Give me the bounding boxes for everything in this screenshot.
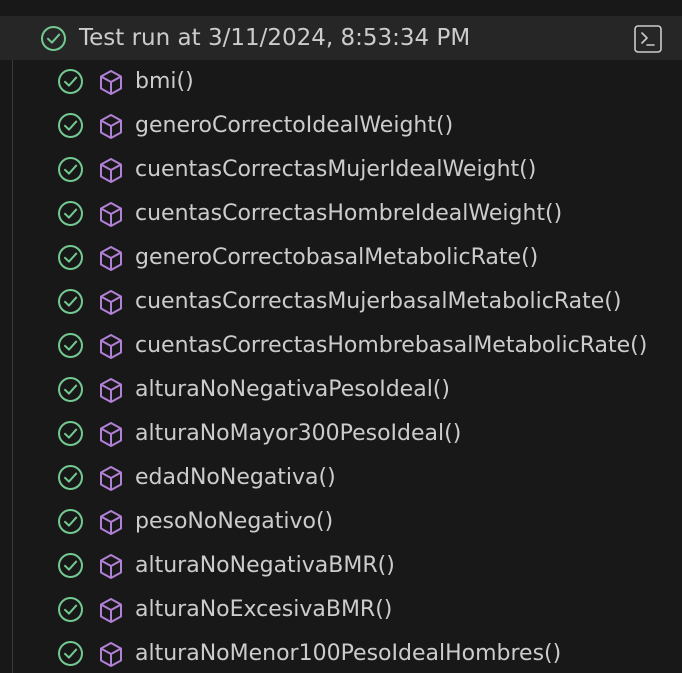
method-cube-icon (100, 334, 122, 359)
panel-top-strip (0, 0, 682, 16)
method-cube-icon (100, 70, 122, 95)
test-name: alturaNoMayor300PesoIdeal() (135, 421, 462, 446)
method-cube-icon (100, 158, 122, 183)
check-circle-icon (58, 641, 83, 666)
method-cube-icon (100, 422, 122, 447)
test-name: alturaNoExcesivaBMR() (135, 597, 393, 622)
check-circle-icon (58, 465, 83, 490)
test-row[interactable]: cuentasCorrectasHombrebasalMetabolicRate… (0, 324, 682, 368)
test-row[interactable]: cuentasCorrectasMujerIdealWeight() (0, 148, 682, 192)
check-circle-icon (58, 333, 83, 358)
test-name: cuentasCorrectasMujerbasalMetabolicRate(… (135, 289, 622, 314)
method-cube-icon (100, 466, 122, 491)
test-name: edadNoNegativa() (135, 465, 336, 490)
method-cube-icon (100, 598, 122, 623)
test-name: bmi() (135, 69, 194, 94)
test-results-panel: Test run at 3/11/2024, 8:53:34 PM bmi() g… (0, 0, 682, 673)
test-name: cuentasCorrectasMujerIdealWeight() (135, 157, 537, 182)
check-circle-icon (58, 377, 83, 402)
test-name: alturaNoNegativaBMR() (135, 553, 395, 578)
terminal-icon[interactable] (633, 24, 663, 54)
test-name: generoCorrectobasalMetabolicRate() (135, 245, 539, 270)
test-name: cuentasCorrectasHombrebasalMetabolicRate… (135, 333, 648, 358)
test-name: alturaNoMenor100PesoIdealHombres() (135, 641, 562, 666)
test-row[interactable]: cuentasCorrectasMujerbasalMetabolicRate(… (0, 280, 682, 324)
check-circle-icon (58, 201, 83, 226)
test-row[interactable]: alturaNoExcesivaBMR() (0, 588, 682, 632)
check-circle-icon (58, 509, 83, 534)
method-cube-icon (100, 554, 122, 579)
test-row[interactable]: edadNoNegativa() (0, 456, 682, 500)
test-row[interactable]: alturaNoMayor300PesoIdeal() (0, 412, 682, 456)
method-cube-icon (100, 202, 122, 227)
test-name: generoCorrectoIdealWeight() (135, 113, 454, 138)
test-row[interactable]: bmi() (0, 60, 682, 104)
check-circle-icon (58, 421, 83, 446)
test-run-title: Test run at 3/11/2024, 8:53:34 PM (79, 25, 471, 51)
test-row[interactable]: pesoNoNegativo() (0, 500, 682, 544)
method-cube-icon (100, 114, 122, 139)
test-row[interactable]: alturaNoMenor100PesoIdealHombres() (0, 632, 682, 673)
test-row[interactable]: alturaNoNegativaBMR() (0, 544, 682, 588)
check-circle-icon (58, 553, 83, 578)
test-list: bmi() generoCorrectoIdealWeight() cuentasC… (0, 60, 682, 673)
check-circle-icon (58, 289, 83, 314)
check-circle-icon (58, 113, 83, 138)
test-row[interactable]: alturaNoNegativaPesoIdeal() (0, 368, 682, 412)
test-row[interactable]: generoCorrectoIdealWeight() (0, 104, 682, 148)
method-cube-icon (100, 642, 122, 667)
test-name: alturaNoNegativaPesoIdeal() (135, 377, 450, 402)
check-circle-icon (41, 26, 66, 51)
method-cube-icon (100, 510, 122, 535)
check-circle-icon (58, 157, 83, 182)
method-cube-icon (100, 290, 122, 315)
method-cube-icon (100, 378, 122, 403)
check-circle-icon (58, 245, 83, 270)
check-circle-icon (58, 69, 83, 94)
test-row[interactable]: cuentasCorrectasHombreIdealWeight() (0, 192, 682, 236)
check-circle-icon (58, 597, 83, 622)
test-run-row[interactable]: Test run at 3/11/2024, 8:53:34 PM (0, 16, 682, 60)
test-row[interactable]: generoCorrectobasalMetabolicRate() (0, 236, 682, 280)
method-cube-icon (100, 246, 122, 271)
test-name: cuentasCorrectasHombreIdealWeight() (135, 201, 563, 226)
test-name: pesoNoNegativo() (135, 509, 334, 534)
